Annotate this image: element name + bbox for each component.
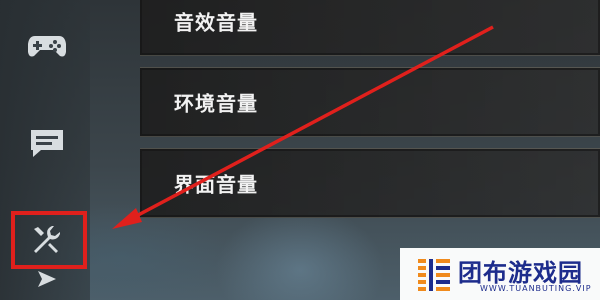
watermark-name: 团布游戏园 — [458, 259, 583, 287]
watermark-domain: WWW.TUANBUTING.VIP — [480, 284, 592, 293]
watermark: 团布游戏园 WWW.TUANBUTING.VIP — [400, 248, 600, 300]
watermark-logo-icon — [418, 259, 450, 291]
